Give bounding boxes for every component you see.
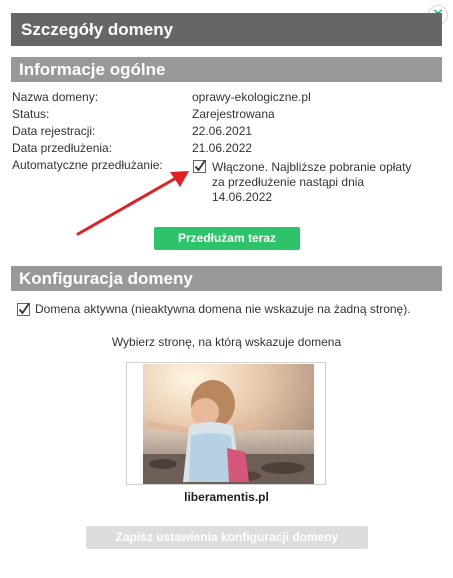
domain-name-label: Nazwa domeny:: [12, 90, 99, 104]
site-thumbnail-image: [143, 364, 314, 484]
domain-name-value: oprawy-ekologiczne.pl: [192, 90, 311, 104]
dialog-title: Szczegóły domeny: [11, 13, 442, 46]
domain-active-label: Domena aktywna (nieaktywna domena nie ws…: [35, 302, 411, 316]
auto-renew-note: Włączone. Najbliższe pobranie opłaty za …: [212, 160, 412, 204]
renewal-date-value: 21.06.2022: [192, 141, 253, 155]
renew-now-button[interactable]: Przedłużam teraz: [154, 227, 300, 250]
renewal-date-label: Data przedłużenia:: [12, 141, 113, 155]
choose-site-label: Wybierz stronę, na którą wskazuje domena: [111, 335, 342, 349]
general-info-header: Informacje ogólne: [11, 57, 442, 82]
status-value: Zarejestrowana: [192, 107, 275, 121]
registration-date-value: 22.06.2021: [192, 124, 253, 138]
domain-config-header: Konfiguracja domeny: [11, 266, 442, 291]
status-label: Status:: [12, 107, 50, 121]
site-thumbnail-tile[interactable]: [126, 362, 326, 485]
registration-date-label: Data rejestracji:: [12, 124, 96, 138]
domain-active-checkbox[interactable]: [17, 303, 30, 316]
save-config-button[interactable]: Zapisz ustawienia konfiguracji domeny: [86, 526, 368, 549]
site-name: liberamentis.pl: [184, 490, 269, 504]
